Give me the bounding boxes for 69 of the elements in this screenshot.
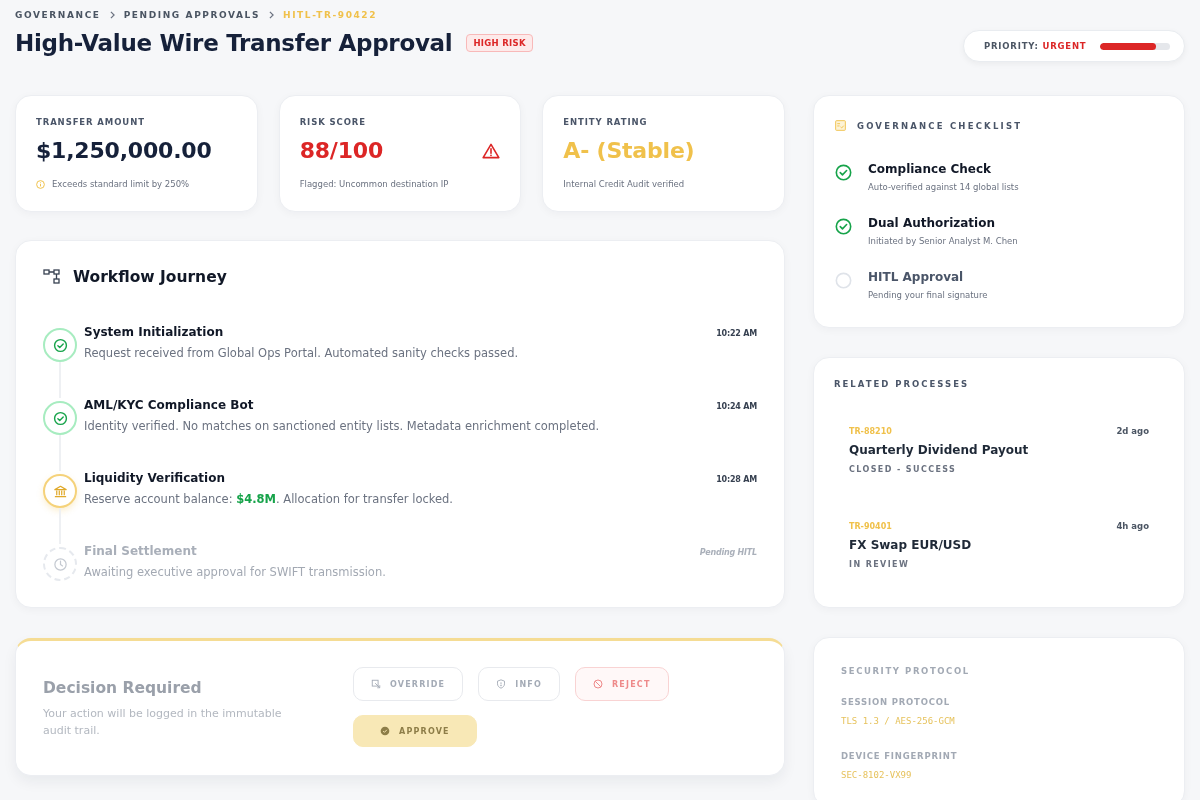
ban-icon	[593, 679, 603, 689]
step-time: 10:28 AM	[716, 475, 757, 484]
metric-label: TRANSFER AMOUNT	[36, 117, 146, 127]
step-title: Liquidity Verification	[84, 471, 225, 485]
approve-button[interactable]: APPROVE	[353, 715, 477, 747]
step-description: Awaiting executive approval for SWIFT transmission.	[84, 565, 387, 579]
checklist-item-detail: Initiated by Senior Analyst M. Chen	[868, 236, 1018, 246]
metric-label: RISK SCORE	[299, 117, 367, 127]
process-title: Quarterly Dividend Payout	[849, 443, 1030, 457]
checklist-item-title: Dual Authorization	[868, 216, 996, 230]
check-circle-icon	[380, 726, 390, 736]
priority-label: PRIORITY: URGENT	[984, 41, 1087, 51]
process-id: TR-90401	[849, 522, 892, 531]
metric-note: Internal Credit Audit verified	[563, 179, 685, 189]
bank-icon	[43, 474, 77, 508]
card-title: RELATED PROCESSES	[834, 379, 971, 389]
field-value: SEC-8102-VX99	[841, 770, 913, 780]
breadcrumb-link[interactable]: GOVERNANCE	[15, 10, 101, 20]
checklist-item-title: HITL Approval	[868, 270, 965, 284]
process-item[interactable]: TR-88210 2d ago Quarterly Dividend Payout CLOSED - SUCCESS	[834, 426, 1164, 474]
process-id: TR-88210	[849, 427, 892, 436]
page-title: High-Value Wire Transfer Approval	[15, 30, 453, 56]
card-title: SECURITY PROTOCOL	[841, 666, 971, 676]
checklist-item-detail: Auto-verified against 14 global lists	[868, 182, 1019, 192]
step-description: Reserve account balance: $4.8M. Allocation for transfer locked.	[84, 492, 455, 506]
step-description: Request received from Global Ops Portal. Automated sanity checks passed.	[84, 346, 520, 360]
field-value: TLS 1.3 / AES-256-GCM	[841, 716, 956, 726]
step-title: Final Settlement	[84, 544, 197, 558]
step-description: Identity verified. No matches on sanctioned entity lists. Metadata enrichment completed.	[84, 419, 601, 433]
decision-title: Decision Required	[43, 679, 203, 697]
shield-icon	[496, 679, 507, 689]
step-title: AML/KYC Compliance Bot	[84, 398, 254, 412]
checklist-item-title: Compliance Check	[868, 162, 993, 176]
checklist-item-detail: Pending your final signature	[868, 290, 988, 300]
warning-icon	[482, 142, 501, 159]
breadcrumb-link[interactable]: PENDING APPROVALS	[123, 10, 260, 20]
metric-value: 88/100	[299, 138, 384, 163]
chevron-icon	[109, 11, 115, 19]
box-arrow-icon	[371, 679, 381, 689]
info-button[interactable]: INFO	[478, 667, 560, 701]
metric-value: $1,250,000.00	[36, 138, 212, 163]
check-circle-icon	[43, 328, 77, 362]
process-age: 2d ago	[1116, 426, 1149, 436]
decision-description: Your action will be logged in the immutable audit trail.	[43, 706, 283, 739]
field-label: DEVICE FINGERPRINT	[841, 751, 959, 761]
field-label: SESSION PROTOCOL	[841, 697, 951, 707]
metric-label: ENTITY RATING	[563, 117, 649, 127]
metric-value: A- (Stable)	[563, 138, 695, 163]
step-time: 10:24 AM	[716, 402, 757, 411]
process-status: CLOSED - SUCCESS	[849, 465, 958, 474]
check-circle-icon	[43, 401, 77, 435]
process-age: 4h ago	[1116, 521, 1149, 531]
section-title: Workflow Journey	[73, 268, 227, 286]
step-title: System Initialization	[84, 325, 224, 339]
card-title: GOVERNANCE CHECKLIST	[857, 120, 1023, 131]
info-icon	[36, 179, 45, 189]
process-status: IN REVIEW	[849, 560, 911, 569]
risk-badge: HIGH RISK	[466, 34, 533, 52]
reject-button[interactable]: REJECT	[575, 667, 669, 701]
process-item[interactable]: TR-90401 4h ago FX Swap EUR/USD IN REVIEW	[834, 521, 1164, 569]
chevron-icon	[269, 11, 274, 19]
metric-note: Flagged: Uncommon destination IP	[299, 179, 449, 189]
checklist-icon	[835, 120, 846, 131]
override-button[interactable]: OVERRIDE	[353, 667, 464, 701]
metric-note: Exceeds standard limit by 250%	[52, 179, 190, 189]
step-time: 10:22 AM	[716, 329, 757, 338]
process-title: FX Swap EUR/USD	[849, 538, 973, 552]
step-time: Pending HITL	[699, 548, 757, 557]
flow-diagram-icon	[43, 269, 61, 285]
